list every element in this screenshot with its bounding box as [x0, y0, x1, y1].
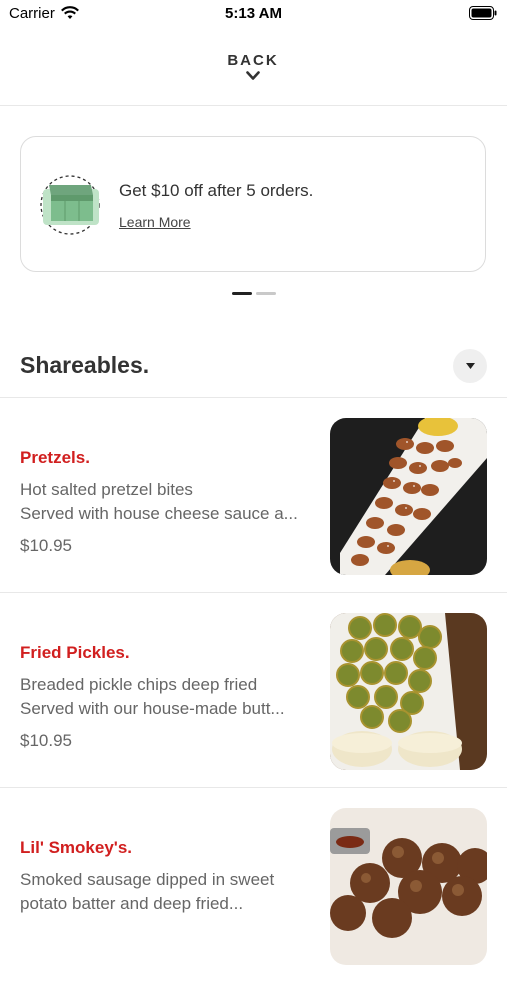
status-bar: Carrier 5:13 AM [0, 0, 507, 30]
item-price: $10.95 [20, 731, 72, 750]
triangle-down-icon [466, 363, 475, 369]
menu-item[interactable]: Lil' Smokey's. Smoked sausage dipped in … [0, 788, 507, 983]
promo-text: Get $10 off after 5 orders. [119, 181, 314, 200]
lil-smokeys-photo[interactable] [330, 808, 487, 965]
menu-item[interactable]: Fried Pickles. Breaded pickle chips deep… [0, 593, 507, 788]
item-name: Pretzels. [20, 448, 90, 467]
promo-card[interactable]: Get $10 off after 5 orders. Learn More [20, 136, 486, 272]
item-name: Lil' Smokey's. [20, 838, 133, 857]
pretzel-bites-photo[interactable] [330, 418, 487, 575]
item-description: Breaded pickle chips deep fried [20, 675, 258, 694]
header-divider [0, 105, 507, 106]
section-title: Shareables. [20, 352, 150, 378]
back-button[interactable]: BACK [203, 48, 303, 92]
item-description: Smoked sausage dipped in sweet [20, 870, 275, 889]
page-dot-active[interactable] [232, 292, 252, 295]
item-description: Served with our house-made butt... [20, 699, 285, 718]
box-icon [39, 175, 103, 240]
item-description: Hot salted pretzel bites [20, 480, 193, 499]
battery-icon [469, 6, 497, 25]
fried-pickles-photo[interactable] [330, 613, 487, 770]
chevron-down-icon [246, 71, 260, 80]
menu-item[interactable]: Pretzels. Hot salted pretzel bites Serve… [0, 398, 507, 593]
item-name: Fried Pickles. [20, 643, 130, 662]
section-toggle-button[interactable] [453, 349, 487, 383]
item-price: $10.95 [20, 536, 72, 555]
item-description: Served with house cheese sauce a... [20, 504, 298, 523]
item-description: potato batter and deep fried... [20, 894, 244, 913]
clock: 5:13 AM [225, 5, 282, 22]
page-dot[interactable] [256, 292, 276, 295]
back-label: BACK [227, 52, 279, 69]
learn-more-link[interactable]: Learn More [119, 214, 191, 230]
